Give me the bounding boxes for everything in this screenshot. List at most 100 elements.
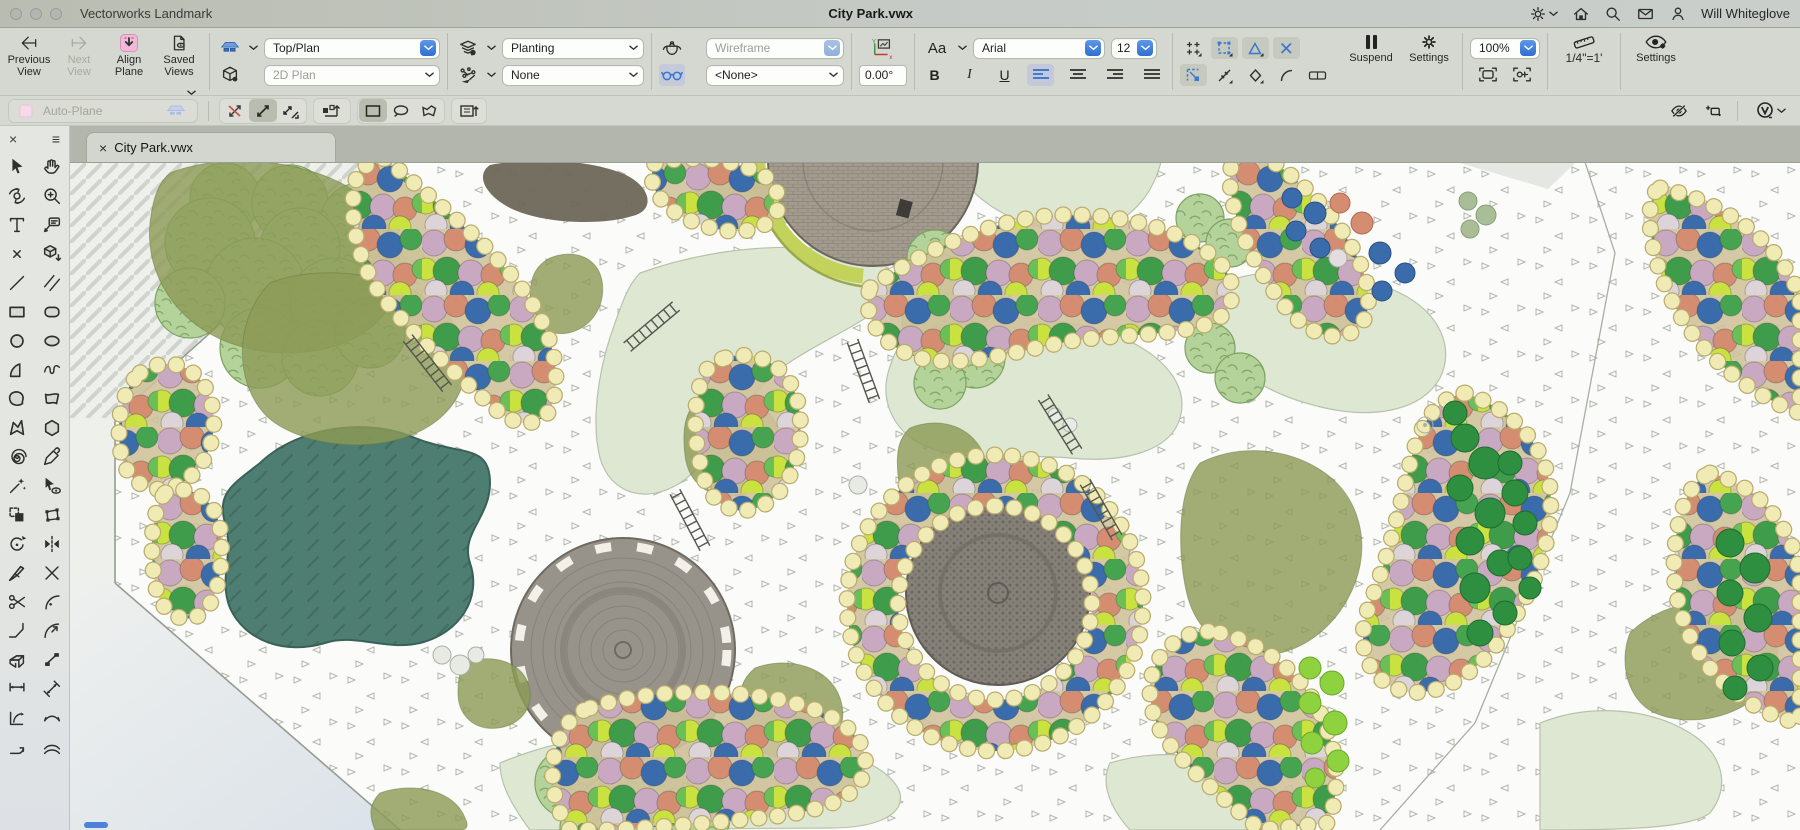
star-tool[interactable] <box>2 414 32 441</box>
render-style-button[interactable] <box>659 64 685 86</box>
lasso-marquee-mode[interactable] <box>387 99 415 122</box>
duplicate-array-tool[interactable] <box>2 501 32 528</box>
polygon-tool[interactable] <box>37 385 67 412</box>
horizontal-scrollbar-thumb[interactable] <box>84 822 108 828</box>
chevron-down-icon[interactable] <box>420 40 436 56</box>
auto-plane-chip[interactable]: Auto-Plane <box>8 98 198 123</box>
arc-length-dimension-tool[interactable] <box>37 704 67 731</box>
align-right-button[interactable] <box>1101 64 1128 86</box>
home-button[interactable] <box>1572 5 1590 23</box>
underline-button[interactable]: U <box>992 64 1017 86</box>
delete-tool[interactable] <box>37 559 67 586</box>
plan-mode-dropdown[interactable]: 2D Plan <box>264 64 440 86</box>
asymmetric-scaling-mode[interactable] <box>277 99 305 122</box>
align-plane-button[interactable]: Align Plane <box>106 30 152 93</box>
render-mode-dropdown[interactable]: Wireframe <box>706 37 844 59</box>
account-button[interactable] <box>1669 5 1687 23</box>
saved-views-button[interactable]: Saved Views <box>156 30 202 95</box>
active-class-dropdown[interactable]: Planting <box>502 37 644 59</box>
class-option-dropdown[interactable]: None <box>502 64 644 86</box>
class-stack-button[interactable] <box>455 37 481 59</box>
move-by-points-mode[interactable] <box>315 99 349 122</box>
smart-edge-snap-button[interactable] <box>1180 64 1207 86</box>
minimize-window-button[interactable] <box>30 7 42 20</box>
tab-close-button[interactable]: × <box>99 140 107 156</box>
tsquare-toggle-button[interactable] <box>1699 99 1727 122</box>
rotation-input[interactable]: 0.00° <box>859 64 907 86</box>
search-button[interactable] <box>1604 5 1622 23</box>
stake-tool[interactable] <box>37 240 67 267</box>
line-tool[interactable] <box>2 269 32 296</box>
font-family-dropdown[interactable]: Arial <box>973 37 1105 59</box>
font-size-dropdown[interactable]: 12 <box>1111 37 1157 59</box>
dimension-tool[interactable] <box>2 675 32 702</box>
flyover-tool[interactable] <box>2 182 32 209</box>
connect-combine-tool[interactable] <box>37 646 67 673</box>
projection-button[interactable] <box>217 64 243 86</box>
spiral-tool[interactable] <box>2 443 32 470</box>
mirror-tool[interactable] <box>37 530 67 557</box>
chevron-down-icon[interactable] <box>824 40 840 56</box>
class-options-button[interactable] <box>455 64 481 86</box>
snap-to-angle-button[interactable] <box>1242 37 1269 59</box>
align-left-button[interactable] <box>1027 64 1054 86</box>
zoom-tool[interactable] <box>37 182 67 209</box>
render-style-dropdown[interactable]: <None> <box>706 64 844 86</box>
angular-dimension-tool[interactable] <box>37 675 67 702</box>
fillet-tool[interactable] <box>37 588 67 615</box>
align-center-button[interactable] <box>1064 64 1091 86</box>
rectangle-tool[interactable] <box>2 298 32 325</box>
symmetric-scaling-mode[interactable] <box>249 99 277 122</box>
select-similar-tool[interactable] <box>2 472 32 499</box>
chevron-down-icon[interactable] <box>1520 40 1536 56</box>
drawing-scale-button[interactable]: 1/4"=1' <box>1555 30 1613 93</box>
constrain-tool[interactable] <box>2 733 32 760</box>
render-mode-button[interactable] <box>659 37 685 59</box>
suspend-button[interactable]: Suspend <box>1343 30 1399 93</box>
regular-polygon-tool[interactable] <box>37 414 67 441</box>
snap-to-object-button[interactable] <box>1211 37 1238 59</box>
align-justify-button[interactable] <box>1138 64 1165 86</box>
snap-to-distance-button[interactable] <box>1211 64 1238 86</box>
text-style-button[interactable]: Aa <box>922 40 952 57</box>
polygon-marquee-mode[interactable] <box>415 99 443 122</box>
next-view-button[interactable]: Next View <box>56 30 102 93</box>
polyline-tool[interactable] <box>2 385 32 412</box>
chamfer-tool[interactable] <box>2 617 32 644</box>
bold-button[interactable]: B <box>922 64 947 86</box>
zoom-window-button[interactable] <box>50 7 62 20</box>
rotate-tool[interactable] <box>2 530 32 557</box>
visibility-tool[interactable] <box>37 472 67 499</box>
gear-menu-button[interactable] <box>1529 5 1558 23</box>
view-mode-dropdown[interactable]: Top/Plan <box>264 37 440 59</box>
drawing-canvas[interactable]: .bed-base{fill:#cfc29b;opacity:.9} .bed-… <box>70 163 1800 830</box>
text-tool[interactable] <box>2 211 32 238</box>
snap-loupe-button[interactable] <box>1304 64 1331 86</box>
oval-tool[interactable] <box>37 327 67 354</box>
x-tool[interactable] <box>2 240 32 267</box>
radial-dimension-tool[interactable] <box>2 704 32 731</box>
palette-menu-button[interactable]: ≡ <box>52 131 60 147</box>
curve-dimension-tool[interactable] <box>37 733 67 760</box>
fit-to-objects-button[interactable] <box>1509 64 1535 86</box>
zoom-level-dropdown[interactable]: 100% <box>1470 37 1540 59</box>
pan-tool[interactable] <box>37 153 67 180</box>
fit-to-page-button[interactable] <box>1475 64 1501 86</box>
axis-orientation-button[interactable]: Y x <box>870 38 896 60</box>
double-line-tool[interactable] <box>37 269 67 296</box>
rounded-rectangle-tool[interactable] <box>37 298 67 325</box>
mail-button[interactable] <box>1636 5 1655 23</box>
shell-solid-tool[interactable] <box>2 646 32 673</box>
settings-button[interactable]: Settings <box>1403 30 1455 93</box>
eyedropper-tool[interactable] <box>37 443 67 470</box>
arc-tool[interactable] <box>2 356 32 383</box>
document-tab[interactable]: × City Park.vwx <box>86 132 336 162</box>
account-sync-button[interactable] <box>1748 99 1792 122</box>
snap-to-tangent-button[interactable] <box>1273 64 1300 86</box>
split-tool[interactable] <box>2 559 32 586</box>
selection-tool[interactable] <box>2 153 32 180</box>
chevron-down-icon[interactable] <box>1085 40 1101 56</box>
snap-to-grid-button[interactable] <box>1180 37 1207 59</box>
palette-close-button[interactable]: × <box>9 131 17 147</box>
freehand-tool[interactable] <box>37 356 67 383</box>
